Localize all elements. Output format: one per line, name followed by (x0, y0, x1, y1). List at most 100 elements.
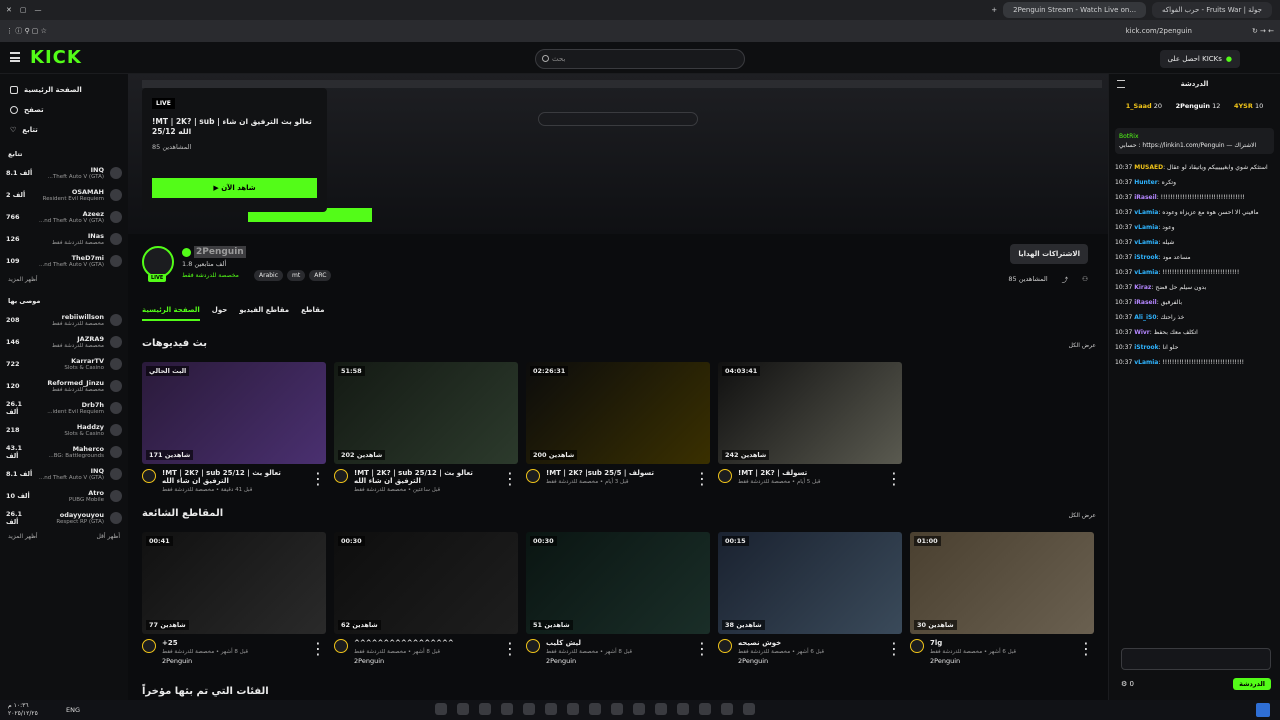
more-options-icon[interactable]: ⋮ (886, 639, 902, 665)
get-kicks-button[interactable]: احصل على KICKs ● (1159, 50, 1240, 68)
sidebar-channel[interactable]: 8.1 ألف INQ ...Theft Auto V (GTA) (0, 162, 128, 184)
message-user[interactable]: iRaseil (1134, 299, 1156, 306)
app-icon[interactable] (743, 703, 755, 715)
window-close-icon[interactable]: ✕ (6, 6, 12, 14)
watch-now-button[interactable]: ▶ شاهد الآن (152, 178, 317, 198)
video-title[interactable]: !MT | 2K? | sub 25/12 | تعالو بث الترفيق… (162, 469, 304, 485)
more-options-icon[interactable]: ⋮ (502, 639, 518, 665)
message-user[interactable]: vLamia (1134, 224, 1158, 231)
show-more-link[interactable]: أظهر المزيد (8, 276, 38, 283)
window-maximize-icon[interactable]: ▢ (20, 6, 27, 14)
extensions-icon[interactable]: ⋮ ⓘ ⚲ ▢ ☆ (6, 26, 47, 36)
more-options-icon[interactable]: ⋮ (310, 639, 326, 665)
avatar[interactable] (718, 639, 732, 653)
search-input[interactable]: بحث (535, 49, 745, 69)
avatar[interactable] (526, 469, 540, 483)
video-thumbnail[interactable]: 01:00 30 شاهدين (910, 532, 1094, 634)
collapse-chat-icon[interactable] (1117, 80, 1125, 88)
language-indicator[interactable]: ENG (66, 706, 80, 714)
tab-home[interactable]: الصفحة الرئيسية (142, 306, 200, 321)
app-icon[interactable] (457, 703, 469, 715)
video-title[interactable]: ليش كليب (546, 639, 688, 647)
send-chat-button[interactable]: الدردشة (1233, 678, 1271, 690)
video-title[interactable]: !MT | 2K? | sub 25/12 | تعالو بث الترفيق… (354, 469, 496, 485)
message-user[interactable]: vLamia (1134, 239, 1158, 246)
video-thumbnail[interactable]: البث الحالي 171 شاهدين (142, 362, 326, 464)
leader-name[interactable]: 2Penguin (1176, 102, 1210, 110)
sidebar-channel[interactable]: 109 TheD7mi ...nd Theft Auto V (GTA) (0, 250, 128, 272)
message-user[interactable]: MUSAED (1134, 164, 1163, 171)
sidebar-channel[interactable]: 120 Reformed_Jinzu مخصصة للدردشة فقط (0, 375, 128, 397)
video-title[interactable]: +25 (162, 639, 304, 647)
video-card[interactable]: 02:26:31 200 شاهدين !MT | 2K? |sub 25/5 | … (526, 362, 710, 493)
avatar[interactable] (910, 639, 924, 653)
add-user-icon[interactable]: ⚇ (1082, 275, 1088, 283)
video-title[interactable]: 7lg (930, 639, 1072, 647)
avatar[interactable] (334, 639, 348, 653)
message-user[interactable]: iStrook (1134, 344, 1158, 351)
url-field[interactable]: kick.com/2penguin (1126, 27, 1192, 35)
video-card[interactable]: 00:15 38 شاهدين خوش نصيحه قبل 6 أشهر • مخصص… (718, 532, 902, 665)
avatar[interactable] (334, 469, 348, 483)
video-thumbnail[interactable]: 00:15 38 شاهدين (718, 532, 902, 634)
clips-see-all[interactable]: عرض الكل (1069, 512, 1096, 519)
message-user[interactable]: Ali_iS0 (1134, 314, 1156, 321)
more-options-icon[interactable]: ⋮ (694, 639, 710, 665)
tab-kick[interactable]: 2Penguin Stream - Watch Live on... (1003, 2, 1147, 18)
video-channel[interactable]: 2Penguin (930, 657, 1072, 665)
video-card[interactable]: 00:30 51 شاهدين ليش كليب قبل 8 أشهر • مخصصة… (526, 532, 710, 665)
video-thumbnail[interactable]: 00:41 77 شاهدين (142, 532, 326, 634)
avatar[interactable] (142, 639, 156, 653)
kick-logo[interactable]: KICK (30, 47, 82, 68)
chat-input[interactable] (1121, 648, 1271, 670)
hamburger-menu-icon[interactable] (10, 52, 20, 62)
more-options-icon[interactable]: ⋮ (886, 469, 902, 488)
steam-icon[interactable] (435, 703, 447, 715)
app-icon[interactable] (611, 703, 623, 715)
video-channel[interactable]: 2Penguin (738, 657, 880, 665)
video-card[interactable]: البث الحالي 171 شاهدين !MT | 2K? | sub 25/… (142, 362, 326, 493)
video-thumbnail[interactable]: 00:30 62 شاهدين (334, 532, 518, 634)
message-user[interactable]: vLamia (1134, 359, 1158, 366)
sidebar-channel[interactable]: 146 JAZRA9 مخصصة للدردشة فقط (0, 331, 128, 353)
nav-arrows-icon[interactable]: ↻ → ← (1252, 27, 1274, 35)
show-more-link-2[interactable]: أظهر المزيد (8, 533, 38, 540)
more-options-icon[interactable]: ⋮ (310, 469, 326, 493)
sidebar-channel[interactable]: 126 INas مخصصة للدردشة فقط (0, 228, 128, 250)
more-options-icon[interactable]: ⋮ (694, 469, 710, 488)
category-link[interactable]: مخصصة للدردشة فقط (182, 272, 239, 279)
show-less-link[interactable]: أظهر أقل (96, 533, 120, 540)
sidebar-channel[interactable]: 8.1 ألف INQ ...nd Theft Auto V (GTA) (0, 463, 128, 485)
settings-icon[interactable]: ⚙ 0 (1121, 680, 1134, 688)
tag-chip[interactable]: mt (287, 270, 306, 281)
leader-name[interactable]: 1_Saad (1126, 102, 1152, 110)
video-title[interactable]: !MT | 2K? |sub 25/5 | تسولف (546, 469, 688, 477)
avatar[interactable] (526, 639, 540, 653)
app-icon[interactable] (589, 703, 601, 715)
sidebar-channel[interactable]: 26.1 ألف odayyouyou Respect RP (GTA) (0, 507, 128, 529)
chrome-icon[interactable] (655, 703, 667, 715)
video-thumbnail[interactable]: 00:30 51 شاهدين (526, 532, 710, 634)
new-tab-button[interactable]: + (991, 6, 997, 14)
app-icon[interactable] (567, 703, 579, 715)
folder-icon[interactable] (699, 703, 711, 715)
tag-chip[interactable]: ARC (309, 270, 332, 281)
leader-name[interactable]: 4YSR (1234, 102, 1253, 110)
video-title[interactable]: !MT | 2K? | تسولف (738, 469, 880, 477)
message-user[interactable]: Kiraz (1134, 284, 1151, 291)
more-options-icon[interactable]: ⋮ (1078, 639, 1094, 665)
sidebar-channel[interactable]: 10 ألف Atro PUBG Mobile (0, 485, 128, 507)
share-icon[interactable]: ⤴ (1062, 274, 1069, 284)
brave-icon[interactable] (545, 703, 557, 715)
stream-player-preview[interactable]: LIVE !MT | 2K? | sub | تعالو بث الترفيق … (128, 74, 1108, 234)
app-icon[interactable] (479, 703, 491, 715)
message-user[interactable]: vLamia (1134, 209, 1158, 216)
message-user[interactable]: iRaseil (1134, 194, 1156, 201)
message-user[interactable]: Wivr (1134, 329, 1150, 336)
sidebar-channel[interactable]: 722 KarrarTV Slots & Casino (0, 353, 128, 375)
video-card[interactable]: 00:41 77 شاهدين +25 قبل 8 أشهر • مخصصة للدر… (142, 532, 326, 665)
vods-see-all[interactable]: عرض الكل (1069, 342, 1096, 349)
tab-about[interactable]: حول (212, 306, 228, 321)
video-channel[interactable]: 2Penguin (162, 657, 304, 665)
window-minimize-icon[interactable]: — (35, 6, 42, 14)
